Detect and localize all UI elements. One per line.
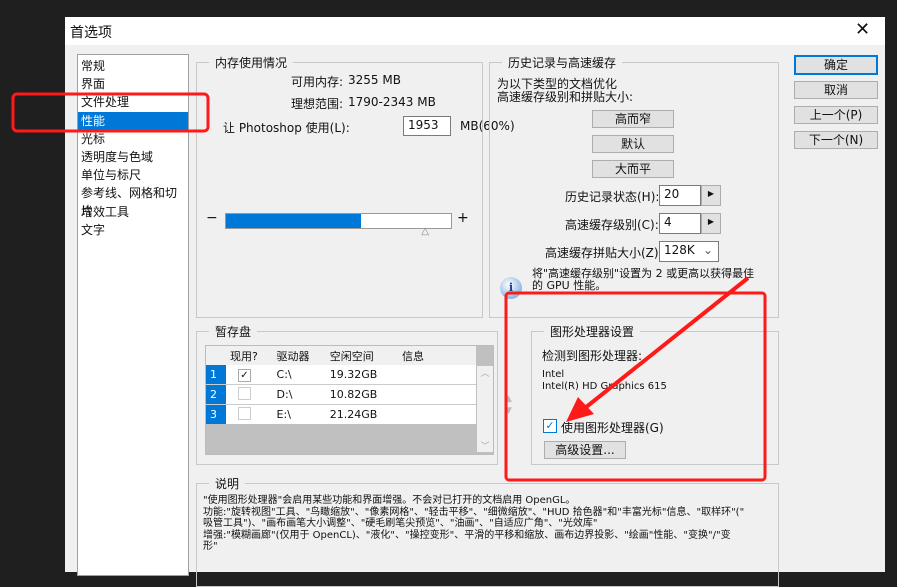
- annotation-overlay: [11, 92, 767, 482]
- annotation-arrow-line: [583, 276, 750, 410]
- annotation-arrow-head-icon: [566, 397, 594, 422]
- annotation-box-gpu: [504, 291, 767, 482]
- annotation-box-sidebar: [11, 92, 210, 133]
